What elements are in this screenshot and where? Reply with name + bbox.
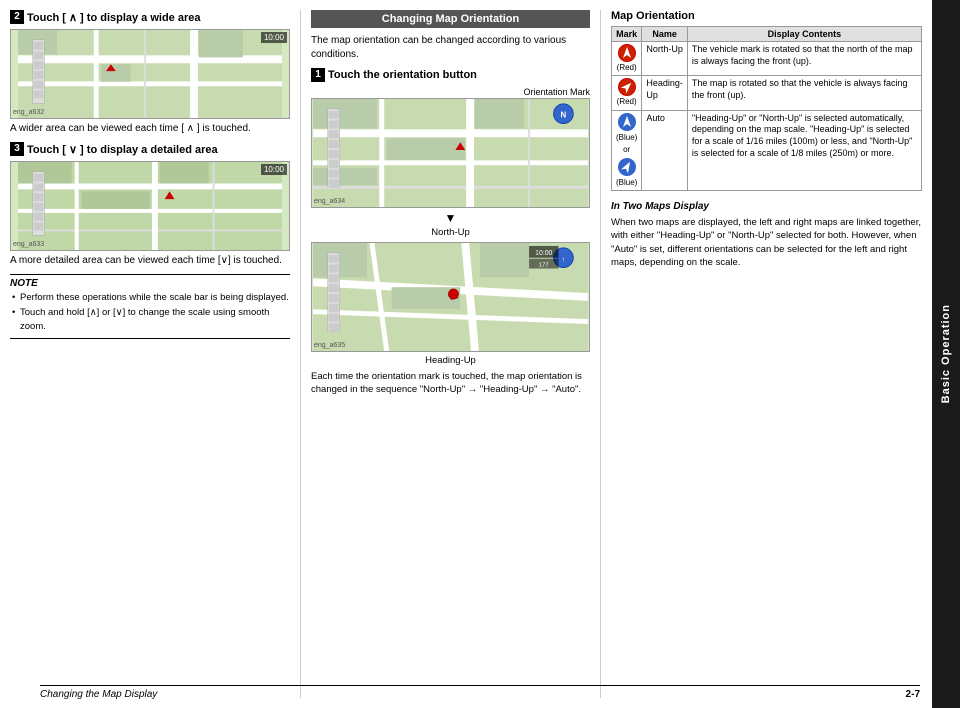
svg-text:↑: ↑ [562,257,565,264]
svg-text:10:00: 10:00 [535,250,552,257]
orientation-mark-label: Orientation Mark [311,87,590,97]
orientation-table: Mark Name Display Contents ( [611,26,922,191]
step3-label: 3 [10,142,24,156]
mid-map2-id: eng_a635 [314,342,345,349]
step3-text: Touch [ ∨ ] to display a detailed area [27,143,218,156]
mark-label-1: (Red) [617,63,637,73]
name-cell-3: Auto [642,110,688,190]
mark-icon-blue-1 [618,113,636,131]
mark-cell-1: (Red) [612,42,642,76]
caption2: A more detailed area can be viewed each … [10,254,290,268]
map2-id: eng_a633 [13,241,44,248]
note-item-2: Touch and hold [∧] or [∨] to change the … [10,306,290,333]
mid-step1-label: 1 [311,68,325,82]
table-header-contents: Display Contents [687,27,921,42]
map-image-1: 10:00 eng_a632 [10,29,290,119]
note-title: NOTE [10,278,290,289]
orient-intro: The map orientation can be changed accor… [311,34,590,62]
map1-id: eng_a632 [13,109,44,116]
step2-label: 2 [10,10,24,24]
mark-label-or: or [623,145,630,155]
mark-icon-red-2 [618,78,636,96]
svg-text:177: 177 [539,263,549,269]
table-header-name: Name [642,27,688,42]
mid-step1-heading: 1 Touch the orientation button [311,68,590,82]
mid-map1-id: eng_a634 [314,198,345,205]
map2-timestamp: 10:00 [261,164,287,175]
mark-icon-red-1 [618,44,636,62]
page-number: 2-7 [906,689,920,700]
table-row: (Red) North-Up The vehicle mark is rotat… [612,42,922,76]
in-two-maps-title: In Two Maps Display [611,201,922,212]
mark-icon-blue-2 [618,158,636,176]
direction-arrow: ▼ [311,211,590,225]
name-cell-1: North-Up [642,42,688,76]
mid-step1-text: Touch the orientation button [328,69,477,81]
step2-text: Touch [ ∧ ] to display a wide area [27,11,201,24]
heading-up-map: ↑ 10:00 177 [311,242,590,352]
north-up-map: N eng_a634 [311,98,590,208]
sequence-text: Each time the orientation mark is touche… [311,370,590,397]
map1-timestamp: 10:00 [261,32,287,43]
content-cell-2: The map is rotated so that the vehicle i… [687,76,921,110]
step2-heading: 2 Touch [ ∧ ] to display a wide area [10,10,290,24]
left-column: 2 Touch [ ∧ ] to display a wide area [10,10,300,698]
heading-up-caption: Heading-Up [311,355,590,366]
note-box: NOTE Perform these operations while the … [10,274,290,339]
name-cell-2: Heading-Up [642,76,688,110]
table-row: (Red) Heading-Up The map is rotated so t… [612,76,922,110]
sidebar-label: Basic Operation [940,304,952,403]
page-footer: Changing the Map Display 2-7 [40,685,920,700]
right-column: Map Orientation Mark Name Display Conten… [600,10,932,698]
step3-heading: 3 Touch [ ∨ ] to display a detailed area [10,142,290,156]
map-orientation-title: Map Orientation [611,10,922,22]
map-image-2: 10:00 eng_a633 [10,161,290,251]
content-cell-1: The vehicle mark is rotated so that the … [687,42,921,76]
footer-left: Changing the Map Display [40,689,157,700]
in-two-maps-section: In Two Maps Display When two maps are di… [611,201,922,269]
north-up-caption: North-Up [311,227,590,238]
table-row: (Blue) or (Blue) Auto "Heading-Up" or "N… [612,110,922,190]
mark-label-2: (Red) [617,97,637,107]
main-content: 2 Touch [ ∧ ] to display a wide area [0,0,932,708]
table-header-mark: Mark [612,27,642,42]
mark-blue2-label: (Blue) [616,178,637,188]
caption1: A wider area can be viewed each time [ ∧… [10,122,290,136]
svg-text:N: N [561,111,567,120]
in-two-maps-text: When two maps are displayed, the left an… [611,216,922,269]
mid-column: Changing Map Orientation The map orienta… [300,10,600,698]
mark-cell-2: (Red) [612,76,642,110]
orient-header: Changing Map Orientation [311,10,590,28]
mark-cell-3: (Blue) or (Blue) [612,110,642,190]
page-wrapper: 2 Touch [ ∧ ] to display a wide area [0,0,960,708]
content-cell-3: "Heading-Up" or "North-Up" is selected a… [687,110,921,190]
note-item-1: Perform these operations while the scale… [10,291,290,304]
sidebar: Basic Operation [932,0,960,708]
mark-blue-label-or: (Blue) [616,133,637,143]
